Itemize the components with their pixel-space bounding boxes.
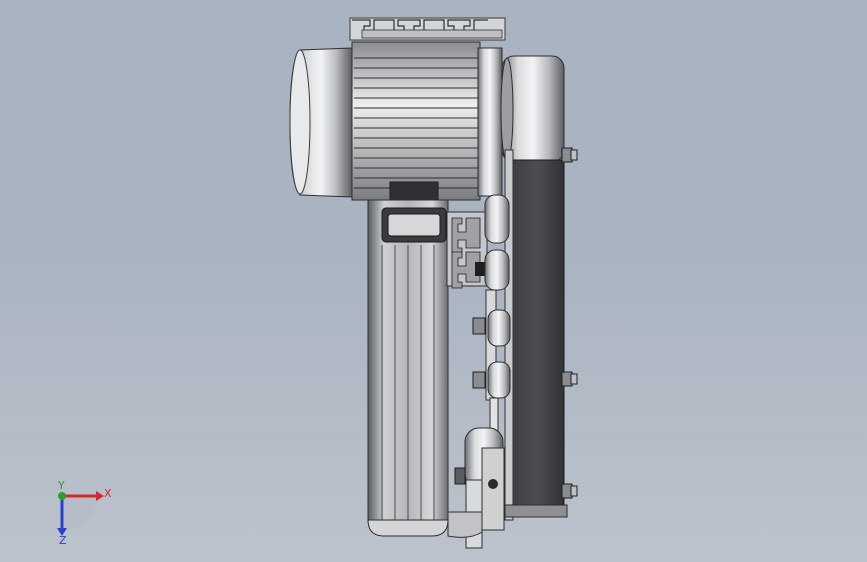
belt-housing[interactable] <box>504 149 568 521</box>
y-axis-dot <box>58 492 66 500</box>
y-axis-label: Y <box>57 479 65 492</box>
cad-viewport[interactable]: X Y Z <box>0 0 867 562</box>
electric-motor[interactable] <box>289 41 503 205</box>
x-axis-label: X <box>104 487 112 500</box>
bolt-left-1[interactable] <box>472 317 486 335</box>
motor-pulley-guard[interactable] <box>500 55 565 163</box>
bolt-mid-right[interactable] <box>561 371 578 387</box>
coordinate-triad: X Y Z <box>57 479 112 547</box>
base-bracket[interactable] <box>447 511 483 538</box>
vertical-column[interactable] <box>367 199 449 537</box>
bolt-upper-right[interactable] <box>561 147 578 163</box>
bolt-left-2[interactable] <box>472 371 486 389</box>
top-rail-profile[interactable] <box>349 17 506 41</box>
extrusion-profile[interactable] <box>446 211 489 289</box>
bolt-lower-right[interactable] <box>561 483 578 499</box>
z-axis-label: Z <box>59 534 67 547</box>
